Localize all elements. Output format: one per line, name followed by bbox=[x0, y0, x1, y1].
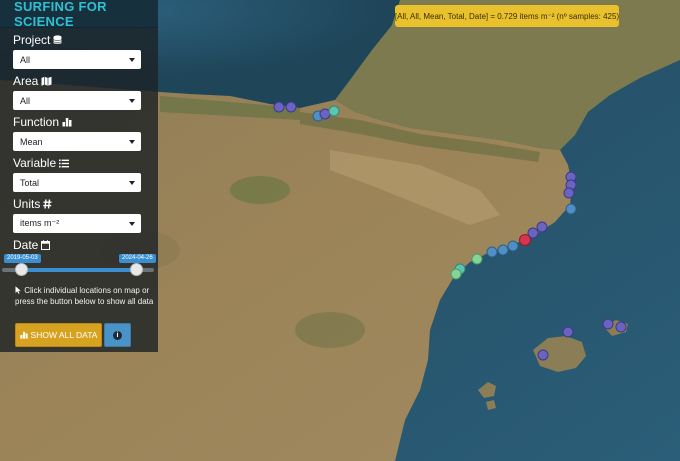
location-marker[interactable] bbox=[519, 234, 531, 246]
location-marker[interactable] bbox=[328, 105, 340, 117]
date-end-badge: 2024-04-26 bbox=[119, 254, 156, 263]
location-marker[interactable] bbox=[615, 321, 627, 333]
slider-end-handle[interactable] bbox=[130, 263, 143, 276]
location-marker[interactable] bbox=[537, 349, 549, 361]
location-marker[interactable] bbox=[285, 101, 297, 113]
bar-chart-icon bbox=[19, 331, 28, 339]
function-field: Function Mean bbox=[13, 115, 158, 151]
project-label: Project bbox=[13, 33, 51, 47]
database-icon bbox=[53, 35, 63, 45]
bar-chart-icon bbox=[62, 117, 72, 127]
project-select-value: All bbox=[20, 54, 31, 65]
location-marker[interactable] bbox=[273, 101, 285, 113]
date-field: Date bbox=[13, 238, 158, 252]
project-field: Project All bbox=[13, 33, 158, 69]
location-marker[interactable] bbox=[563, 187, 575, 199]
chevron-down-icon bbox=[129, 180, 135, 185]
control-panel: SURFING FOR SCIENCE Project All Area All bbox=[0, 0, 158, 352]
area-label: Area bbox=[13, 74, 39, 88]
cursor-pointer-icon bbox=[15, 286, 21, 294]
info-icon: i bbox=[113, 330, 122, 340]
function-select-value: Mean bbox=[20, 136, 43, 147]
slider-selected-range bbox=[21, 268, 136, 272]
units-select-value: items m⁻² bbox=[20, 218, 60, 228]
units-select[interactable]: items m⁻² bbox=[13, 214, 141, 233]
units-label: Units bbox=[13, 197, 41, 211]
hashtag-icon bbox=[43, 199, 52, 209]
location-marker[interactable] bbox=[471, 253, 483, 265]
chevron-down-icon bbox=[129, 57, 135, 62]
area-field: Area All bbox=[13, 74, 158, 110]
variable-select-value: Total bbox=[20, 177, 40, 188]
map-icon bbox=[41, 76, 52, 86]
map-hint: Click individual locations on map or pre… bbox=[15, 285, 155, 307]
location-marker[interactable] bbox=[507, 240, 519, 252]
forest-patch bbox=[230, 176, 290, 204]
result-summary-text: [All, All, Mean, Total, Date] = 0.729 it… bbox=[394, 11, 620, 21]
location-marker[interactable] bbox=[536, 221, 548, 233]
location-marker[interactable] bbox=[486, 246, 498, 258]
chevron-down-icon bbox=[129, 98, 135, 103]
list-icon bbox=[59, 159, 70, 168]
date-label: Date bbox=[13, 238, 39, 252]
action-buttons: SHOW ALL DATA i bbox=[15, 323, 131, 347]
date-range-slider[interactable]: 2019-05-03 2024-04-26 bbox=[0, 254, 158, 278]
info-button[interactable]: i bbox=[104, 323, 131, 347]
panel-header: SURFING FOR SCIENCE bbox=[0, 0, 158, 29]
chevron-down-icon bbox=[129, 139, 135, 144]
area-select-value: All bbox=[20, 95, 31, 106]
map-hint-text: Click individual locations on map or pre… bbox=[15, 286, 154, 306]
date-start-badge: 2019-05-03 bbox=[4, 254, 41, 263]
result-summary-badge: [All, All, Mean, Total, Date] = 0.729 it… bbox=[395, 5, 619, 27]
show-all-data-label: SHOW ALL DATA bbox=[30, 330, 98, 340]
location-marker[interactable] bbox=[602, 318, 614, 330]
forest-patch bbox=[295, 312, 365, 348]
slider-start-handle[interactable] bbox=[15, 263, 28, 276]
units-field: Units items m⁻² bbox=[13, 197, 158, 233]
function-label: Function bbox=[13, 115, 60, 129]
function-select[interactable]: Mean bbox=[13, 132, 141, 151]
project-select[interactable]: All bbox=[13, 50, 141, 69]
location-marker[interactable] bbox=[450, 268, 462, 280]
calendar-icon bbox=[41, 240, 51, 250]
area-select[interactable]: All bbox=[13, 91, 141, 110]
variable-field: Variable Total bbox=[13, 156, 158, 192]
variable-select[interactable]: Total bbox=[13, 173, 141, 192]
variable-label: Variable bbox=[13, 156, 57, 170]
location-marker[interactable] bbox=[565, 203, 577, 215]
show-all-data-button[interactable]: SHOW ALL DATA bbox=[15, 323, 102, 347]
location-marker[interactable] bbox=[319, 108, 331, 120]
location-marker[interactable] bbox=[497, 244, 509, 256]
location-marker[interactable] bbox=[562, 326, 574, 338]
app-title: SURFING FOR SCIENCE bbox=[14, 0, 107, 29]
chevron-down-icon bbox=[129, 221, 135, 226]
